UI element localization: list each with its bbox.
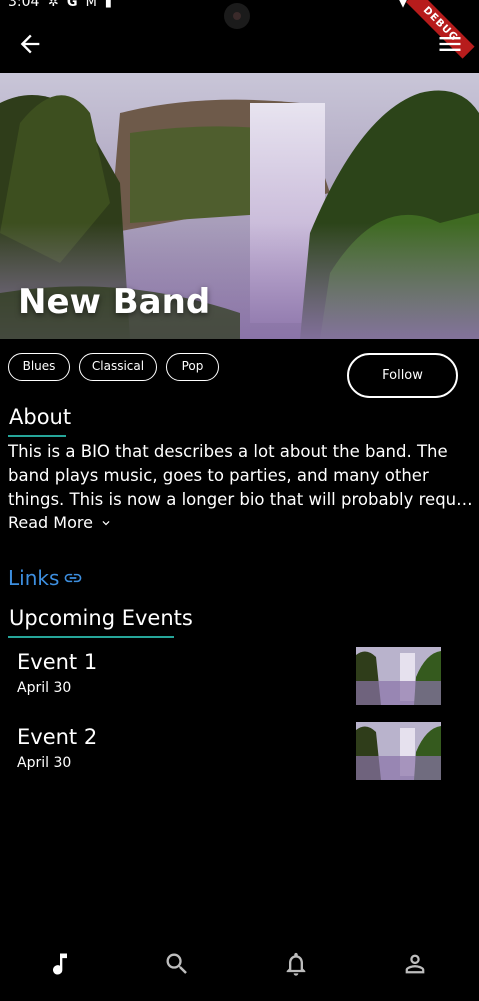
profile-icon (405, 954, 425, 974)
read-more-button[interactable]: Read More (8, 513, 113, 532)
link-icon (65, 573, 82, 583)
bio-line: things. This is now a longer bio that wi… (8, 490, 475, 509)
event-item[interactable]: Event 2 April 30 (17, 725, 97, 771)
read-more-label: Read More (8, 513, 93, 532)
about-heading: About (9, 405, 72, 429)
arrow-back-icon (20, 34, 40, 54)
sdcard-icon: ▮ (104, 0, 112, 10)
upcoming-events-heading: Upcoming Events (9, 606, 193, 630)
status-left-icons: ✲ G M ▮ (48, 0, 112, 10)
genre-chip-blues[interactable]: Blues (8, 353, 70, 381)
music-note-icon (53, 953, 67, 975)
follow-button[interactable]: Follow (347, 353, 458, 398)
event-title: Event 1 (17, 650, 98, 674)
back-button[interactable] (16, 30, 44, 58)
chevron-down-icon (102, 520, 110, 525)
status-time: 3:04 (8, 0, 40, 10)
event-date: April 30 (17, 755, 72, 771)
nav-search[interactable] (163, 950, 191, 978)
settings-icon: ✲ (48, 0, 59, 10)
bio-line: band plays music, goes to parties, and m… (8, 466, 429, 485)
event-thumbnail[interactable] (356, 722, 441, 780)
genre-chip-classical[interactable]: Classical (79, 353, 157, 381)
event-item[interactable]: Event 1 April 30 (17, 650, 97, 696)
links-label: Links (8, 566, 60, 590)
event-date: April 30 (17, 680, 72, 696)
genre-chip-pop[interactable]: Pop (166, 353, 219, 381)
gmail-icon: M (85, 0, 97, 10)
menu-button[interactable] (436, 30, 464, 58)
nav-music[interactable] (46, 950, 74, 978)
links-button[interactable]: Links (8, 566, 83, 590)
band-name: New Band (18, 282, 211, 322)
status-bar: 3:04 ✲ G M ▮ ▼ ◢ DEBUG (0, 0, 479, 59)
nav-profile[interactable] (401, 950, 429, 978)
search-icon (166, 953, 187, 974)
events-underline (8, 636, 174, 638)
about-underline (8, 435, 66, 437)
band-bio: This is a BIO that describes a lot about… (8, 440, 475, 512)
event-thumbnail[interactable] (356, 647, 441, 705)
notifications-icon (286, 952, 306, 976)
nav-notifications[interactable] (282, 950, 310, 978)
google-icon: G (66, 0, 78, 10)
bio-line: This is a BIO that describes a lot about… (8, 442, 448, 461)
hamburger-menu-icon (439, 37, 461, 51)
bottom-navigation (0, 938, 479, 988)
app-bar (0, 26, 479, 62)
event-title: Event 2 (17, 725, 98, 749)
